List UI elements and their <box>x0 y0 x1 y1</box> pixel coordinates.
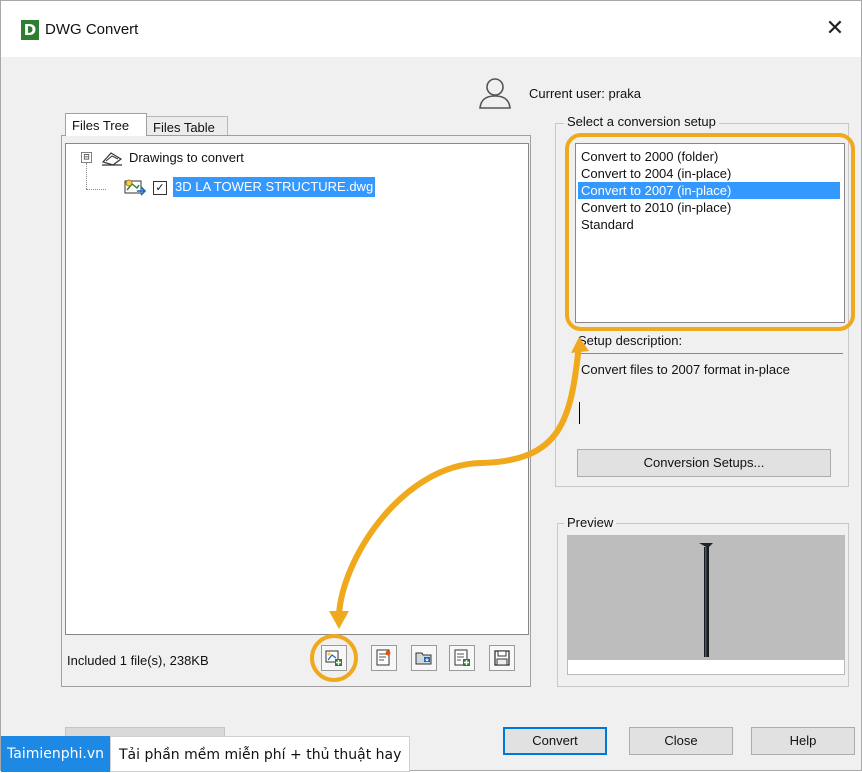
file-checkbox[interactable]: ✓ <box>153 181 167 195</box>
current-user-label: Current user: praka <box>529 86 641 101</box>
setup-item-selected[interactable]: Convert to 2007 (in-place) <box>578 182 840 199</box>
setup-item[interactable]: Convert to 2000 (folder) <box>578 148 840 165</box>
watermark-tagline: Tải phần mềm miễn phí + thủ thuật hay <box>109 736 411 772</box>
add-file-button[interactable] <box>321 645 347 671</box>
status-text: Included 1 file(s), 238KB <box>67 653 209 668</box>
save-icon <box>494 650 510 666</box>
tree-connector <box>86 189 106 190</box>
collapse-icon[interactable]: ⊟ <box>81 152 92 163</box>
tab-files-table[interactable]: Files Table <box>146 116 228 137</box>
dwg-convert-window: D DWG Convert ✕ Current user: praka File… <box>0 0 862 772</box>
setup-description-box: Convert files to 2007 format in-place <box>577 353 843 434</box>
tree-connector <box>86 163 87 189</box>
setup-description-text: Convert files to 2007 format in-place <box>581 362 790 377</box>
conversion-setup-label: Select a conversion setup <box>564 114 719 129</box>
tree-root-label[interactable]: Drawings to convert <box>129 148 244 168</box>
files-tree-view[interactable] <box>65 143 529 635</box>
properties-button[interactable] <box>371 645 397 671</box>
append-list-button[interactable] <box>449 645 475 671</box>
setup-item[interactable]: Convert to 2004 (in-place) <box>578 165 840 182</box>
dwg-file-icon <box>124 179 147 196</box>
title-bar: D DWG Convert ✕ <box>1 1 861 57</box>
open-folder-button[interactable] <box>411 645 437 671</box>
close-button[interactable]: Close <box>629 727 733 755</box>
convert-button[interactable]: Convert <box>503 727 607 755</box>
list-add-icon <box>454 649 470 666</box>
user-icon <box>479 78 511 109</box>
preview-image <box>567 535 845 675</box>
watermark-brand: Taimienphi.vn <box>1 736 110 772</box>
tower-preview-graphic <box>699 543 713 657</box>
app-logo-icon: D <box>21 20 39 40</box>
window-title: DWG Convert <box>45 21 139 38</box>
save-list-button[interactable] <box>489 645 515 671</box>
close-icon[interactable]: ✕ <box>821 15 849 43</box>
conversion-setup-list[interactable]: Convert to 2000 (folder) Convert to 2004… <box>575 143 845 323</box>
properties-icon <box>376 649 391 666</box>
setup-description-label: Setup description: <box>575 333 686 348</box>
tree-file-item[interactable]: 3D LA TOWER STRUCTURE.dwg <box>173 177 376 197</box>
text-cursor <box>579 402 580 424</box>
setup-item[interactable]: Convert to 2010 (in-place) <box>578 199 840 216</box>
tab-files-tree[interactable]: Files Tree <box>65 113 147 136</box>
help-button[interactable]: Help <box>751 727 855 755</box>
conversion-setups-button[interactable]: Conversion Setups... <box>577 449 831 477</box>
add-file-icon <box>325 650 342 666</box>
drawings-folder-icon <box>101 152 123 166</box>
setup-item[interactable]: Standard <box>578 216 840 233</box>
watermark-banner: Taimienphi.vn Tải phần mềm miễn phí + th… <box>1 736 411 772</box>
preview-label: Preview <box>564 515 617 530</box>
open-folder-icon <box>415 652 432 665</box>
